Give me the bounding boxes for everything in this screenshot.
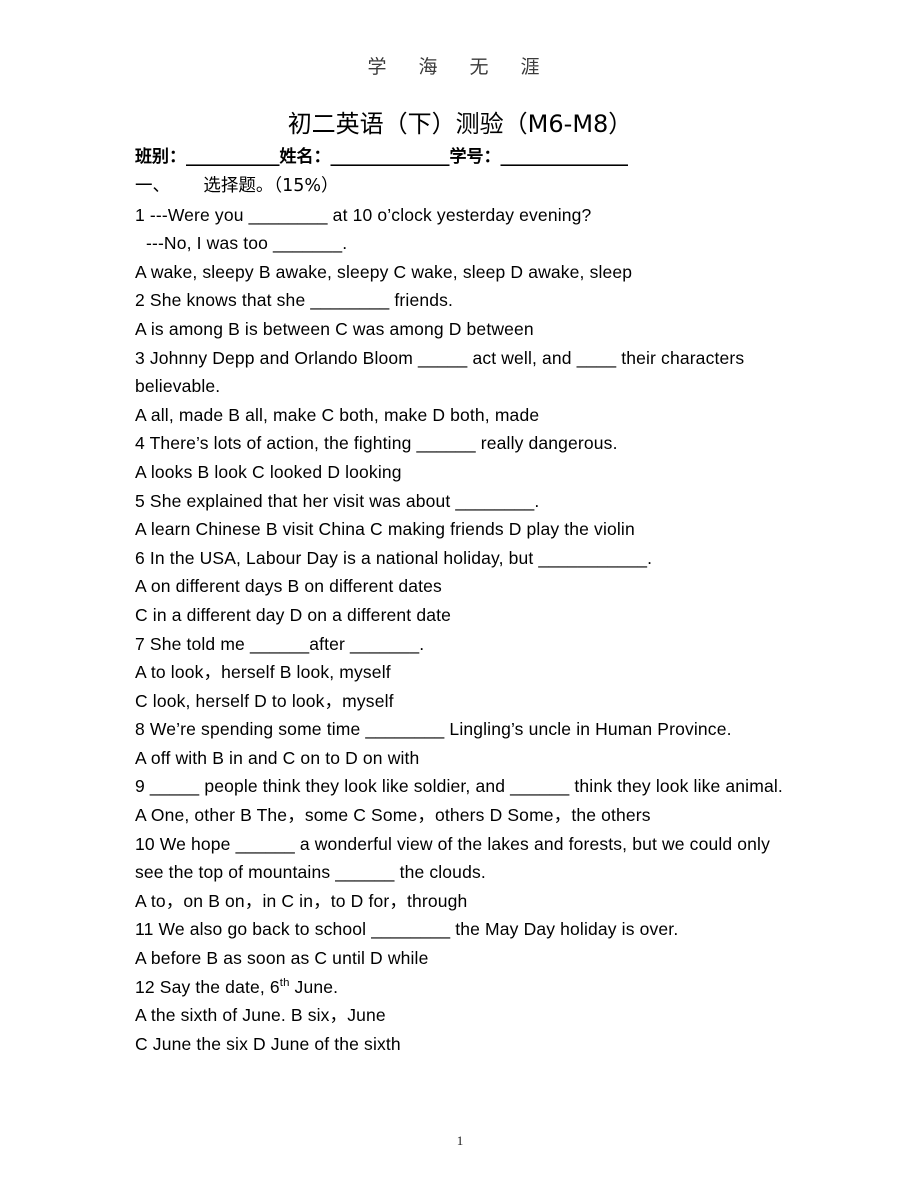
page-number: 1 [456,1133,464,1148]
question-12-options-cd: C June the six D June of the sixth [135,1033,401,1054]
question-11-options: A before B as soon as C until D while [135,948,429,969]
question-12-stem-pre: 12 Say the date, 6 [135,976,280,997]
page-header-watermark: 学 海 无 涯 [367,56,553,78]
question-10-options: A to，on B on，in C in，to D for，through [135,890,468,911]
question-5-stem: 5 She explained that her visit was about… [135,490,540,511]
document-page: 学 海 无 涯 初二英语（下）测验（M6-M8） 班别：___________姓… [0,0,920,1191]
question-8-stem: 8 We’re spending some time ________ Ling… [135,719,732,740]
page-title: 初二英语（下）测验（M6-M8） [287,110,633,138]
question-5-options: A learn Chinese B visit China C making f… [135,519,635,540]
question-7-stem: 7 She told me ______after _______. [135,633,425,654]
question-9-stem: 9 _____ people think they look like sold… [135,776,783,797]
question-1-stem: 1 ---Were you ________ at 10 o’clock yes… [135,204,592,225]
student-info-line: 班别：___________姓名：______________学号：______… [135,147,628,167]
question-2-options: A is among B is between C was among D be… [135,318,534,339]
question-12-stem-post: June. [289,976,339,997]
question-12-ordinal-suffix: th [279,976,290,989]
question-7-options-cd: C look, herself D to look，myself [135,690,394,711]
question-1-stem-line2: ---No, I was too _______. [146,233,348,254]
question-6-stem: 6 In the USA, Labour Day is a national h… [135,547,653,568]
question-11-stem: 11 We also go back to school ________ th… [135,919,679,940]
question-6-options-cd: C in a different day D on a different da… [135,604,451,625]
question-8-options: A off with B in and C on to D on with [135,747,420,768]
question-2-stem: 2 She knows that she ________ friends. [135,290,453,311]
question-4-options: A looks B look C looked D looking [135,461,402,482]
question-10-stem: 10 We hope ______ a wonderful view of th… [135,833,770,883]
question-1-options: A wake, sleepy B awake, sleepy C wake, s… [135,261,633,282]
question-9-options: A One, other B The，some C Some，others D … [135,805,651,826]
document-body: 班别：___________姓名：______________学号：______… [135,143,795,1058]
question-3-options: A all, made B all, make C both, make D b… [135,404,540,425]
question-3-stem: 3 Johnny Depp and Orlando Bloom _____ ac… [135,347,745,397]
section-heading-choice: 一、 选择题。（15%） [135,176,339,196]
question-7-options-ab: A to look，herself B look, myself [135,662,391,683]
question-6-options-ab: A on different days B on different dates [135,576,442,597]
question-12-options-ab: A the sixth of June. B six，June [135,1005,386,1026]
question-4-stem: 4 There’s lots of action, the fighting _… [135,433,618,454]
question-12-stem: 12 Say the date, 6th June. [135,973,795,1002]
